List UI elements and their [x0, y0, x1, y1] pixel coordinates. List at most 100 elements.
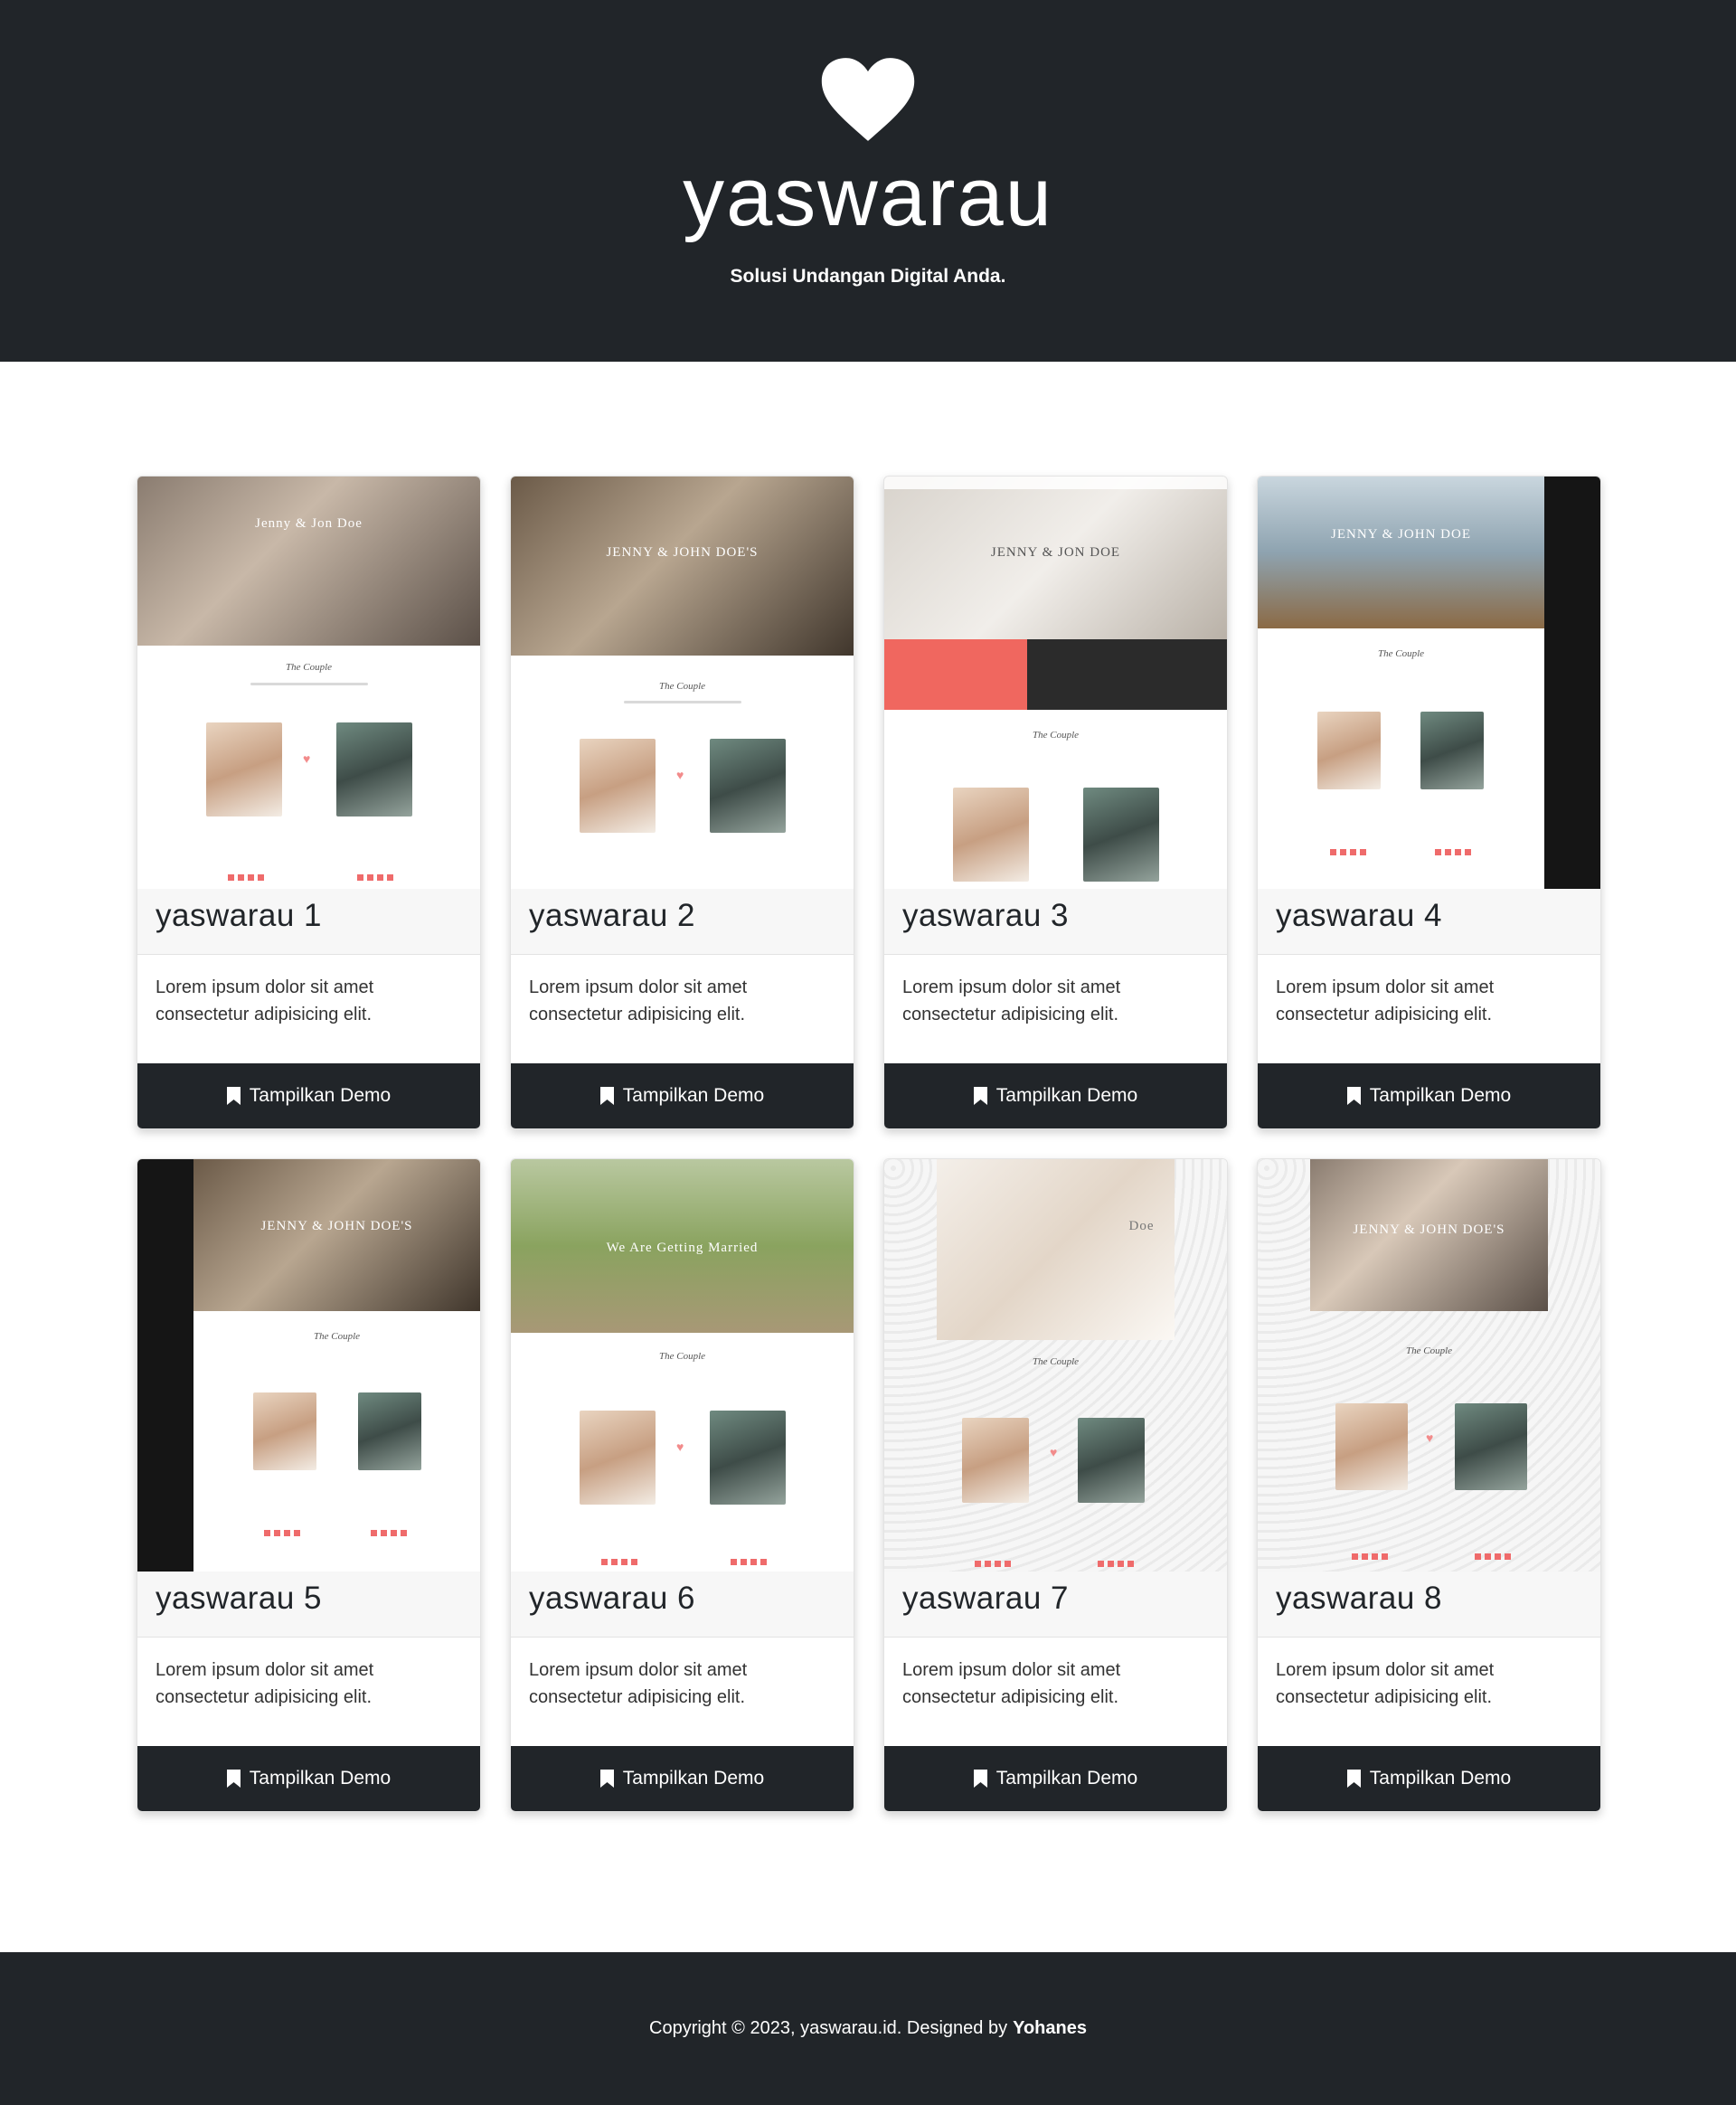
- preview-section-title: The Couple: [658, 1351, 706, 1362]
- heart-icon: ♥: [1050, 1445, 1058, 1459]
- card-description: Lorem ipsum dolor sit amet consectetur a…: [529, 977, 748, 1024]
- template-preview-image[interactable]: Doe The Couple ♥: [884, 1159, 1227, 1572]
- card-title: yaswarau 6: [529, 1581, 695, 1616]
- footer-author-link[interactable]: Yohanes: [1013, 2018, 1087, 2039]
- template-preview-image[interactable]: JENNY & JOHN DOE The Couple: [1258, 477, 1600, 889]
- card-body: Lorem ipsum dolor sit amet consectetur a…: [884, 1638, 1227, 1746]
- show-demo-label: Tampilkan Demo: [622, 1085, 765, 1106]
- card-header: yaswarau 2: [511, 889, 854, 955]
- bookmark-icon: [599, 1770, 614, 1788]
- bookmark-icon: [226, 1770, 241, 1788]
- heart-icon: ♥: [676, 768, 684, 782]
- preview-caption: JENNY & JOHN DOE: [1330, 527, 1472, 542]
- show-demo-button[interactable]: Tampilkan Demo: [1258, 1746, 1600, 1811]
- card-body: Lorem ipsum dolor sit amet consectetur a…: [884, 955, 1227, 1063]
- card-header: yaswarau 7: [884, 1572, 1227, 1638]
- preview-caption: Jenny & Jon Doe: [255, 516, 363, 531]
- heart-icon: ♥: [303, 751, 311, 766]
- template-preview-image[interactable]: Jenny & Jon Doe The Couple ♥: [137, 477, 480, 889]
- card-description: Lorem ipsum dolor sit amet consectetur a…: [902, 977, 1121, 1024]
- preview-caption: JENNY & JON DOE: [990, 545, 1121, 560]
- card-title: yaswarau 7: [902, 1581, 1069, 1616]
- card-description: Lorem ipsum dolor sit amet consectetur a…: [529, 1660, 748, 1707]
- card-title: yaswarau 5: [156, 1581, 322, 1616]
- heart-icon: ♥: [1426, 1430, 1434, 1445]
- bookmark-icon: [599, 1087, 614, 1105]
- card-body: Lorem ipsum dolor sit amet consectetur a…: [1258, 955, 1600, 1063]
- template-gallery: Jenny & Jon Doe The Couple ♥ yaswarau 1 …: [137, 476, 1601, 1812]
- site-title: yaswarau: [683, 151, 1053, 243]
- card-header: yaswarau 1: [137, 889, 480, 955]
- template-card: We Are Getting Married The Couple ♥ yasw…: [510, 1158, 854, 1812]
- show-demo-label: Tampilkan Demo: [249, 1085, 392, 1106]
- show-demo-label: Tampilkan Demo: [995, 1085, 1138, 1106]
- show-demo-label: Tampilkan Demo: [622, 1768, 765, 1789]
- preview-caption: JENNY & JOHN DOE'S: [1353, 1222, 1505, 1237]
- site-tagline: Solusi Undangan Digital Anda.: [730, 266, 1006, 287]
- show-demo-button[interactable]: Tampilkan Demo: [137, 1063, 480, 1128]
- card-description: Lorem ipsum dolor sit amet consectetur a…: [156, 977, 374, 1024]
- template-preview-image[interactable]: JENNY & JOHN DOE'S The Couple ♥: [1258, 1159, 1600, 1572]
- bookmark-icon: [226, 1087, 241, 1105]
- preview-section-title: The Couple: [1032, 730, 1080, 741]
- footer-copyright: Copyright © 2023, yaswarau.id. Designed …: [649, 2018, 1008, 2038]
- card-description: Lorem ipsum dolor sit amet consectetur a…: [1276, 977, 1495, 1024]
- card-header: yaswarau 5: [137, 1572, 480, 1638]
- card-title: yaswarau 1: [156, 898, 322, 933]
- card-body: Lorem ipsum dolor sit amet consectetur a…: [511, 1638, 854, 1746]
- card-body: Lorem ipsum dolor sit amet consectetur a…: [137, 1638, 480, 1746]
- card-header: yaswarau 3: [884, 889, 1227, 955]
- show-demo-button[interactable]: Tampilkan Demo: [511, 1746, 854, 1811]
- template-card: Doe The Couple ♥ yaswarau 7 Lorem ipsum …: [883, 1158, 1228, 1812]
- heart-icon: [821, 58, 915, 141]
- preview-section-title: The Couple: [1032, 1356, 1080, 1367]
- preview-section-title: The Couple: [658, 681, 706, 692]
- template-card: JENNY & JOHN DOE'S The Couple ♥ yaswarau…: [510, 476, 854, 1129]
- card-body: Lorem ipsum dolor sit amet consectetur a…: [137, 955, 480, 1063]
- card-header: yaswarau 6: [511, 1572, 854, 1638]
- template-card: JENNY & JOHN DOE'S The Couple ♥ yaswarau…: [1257, 1158, 1601, 1812]
- card-title: yaswarau 3: [902, 898, 1069, 933]
- card-description: Lorem ipsum dolor sit amet consectetur a…: [1276, 1660, 1495, 1707]
- card-description: Lorem ipsum dolor sit amet consectetur a…: [902, 1660, 1121, 1707]
- card-header: yaswarau 8: [1258, 1572, 1600, 1638]
- preview-section-title: The Couple: [1405, 1345, 1453, 1356]
- show-demo-button[interactable]: Tampilkan Demo: [884, 1746, 1227, 1811]
- show-demo-label: Tampilkan Demo: [249, 1768, 392, 1789]
- template-card: Jenny & Jon Doe The Couple ♥ yaswarau 1 …: [137, 476, 481, 1129]
- show-demo-label: Tampilkan Demo: [1369, 1085, 1512, 1106]
- template-card: JENNY & JON DOE The Couple yaswarau 3 Lo…: [883, 476, 1228, 1129]
- bookmark-icon: [973, 1087, 987, 1105]
- show-demo-label: Tampilkan Demo: [995, 1768, 1138, 1789]
- card-body: Lorem ipsum dolor sit amet consectetur a…: [1258, 1638, 1600, 1746]
- card-title: yaswarau 2: [529, 898, 695, 933]
- show-demo-button[interactable]: Tampilkan Demo: [137, 1746, 480, 1811]
- show-demo-button[interactable]: Tampilkan Demo: [511, 1063, 854, 1128]
- show-demo-button[interactable]: Tampilkan Demo: [884, 1063, 1227, 1128]
- template-card: JENNY & JOHN DOE The Couple yaswarau 4 L…: [1257, 476, 1601, 1129]
- template-preview-image[interactable]: We Are Getting Married The Couple ♥: [511, 1159, 854, 1572]
- template-preview-image[interactable]: JENNY & JOHN DOE'S The Couple ♥: [511, 477, 854, 889]
- card-description: Lorem ipsum dolor sit amet consectetur a…: [156, 1660, 374, 1707]
- preview-caption: JENNY & JOHN DOE'S: [260, 1219, 413, 1233]
- bookmark-icon: [1346, 1087, 1361, 1105]
- preview-caption: We Are Getting Married: [606, 1241, 759, 1255]
- show-demo-button[interactable]: Tampilkan Demo: [1258, 1063, 1600, 1128]
- preview-caption: JENNY & JOHN DOE'S: [606, 545, 759, 560]
- template-card: JENNY & JOHN DOE'S The Couple yaswarau 5…: [137, 1158, 481, 1812]
- site-footer: Copyright © 2023, yaswarau.id. Designed …: [0, 1952, 1736, 2105]
- card-body: Lorem ipsum dolor sit amet consectetur a…: [511, 955, 854, 1063]
- template-preview-image[interactable]: JENNY & JON DOE The Couple: [884, 477, 1227, 889]
- show-demo-label: Tampilkan Demo: [1369, 1768, 1512, 1789]
- bookmark-icon: [973, 1770, 987, 1788]
- heart-icon: ♥: [676, 1440, 684, 1454]
- hero-header: yaswarau Solusi Undangan Digital Anda.: [0, 0, 1736, 362]
- template-preview-image[interactable]: JENNY & JOHN DOE'S The Couple: [137, 1159, 480, 1572]
- preview-section-title: The Couple: [313, 1331, 361, 1342]
- card-header: yaswarau 4: [1258, 889, 1600, 955]
- card-title: yaswarau 8: [1276, 1581, 1442, 1616]
- preview-caption: Doe: [1128, 1219, 1155, 1233]
- preview-section-title: The Couple: [285, 662, 333, 673]
- preview-section-title: The Couple: [1377, 648, 1425, 659]
- card-title: yaswarau 4: [1276, 898, 1442, 933]
